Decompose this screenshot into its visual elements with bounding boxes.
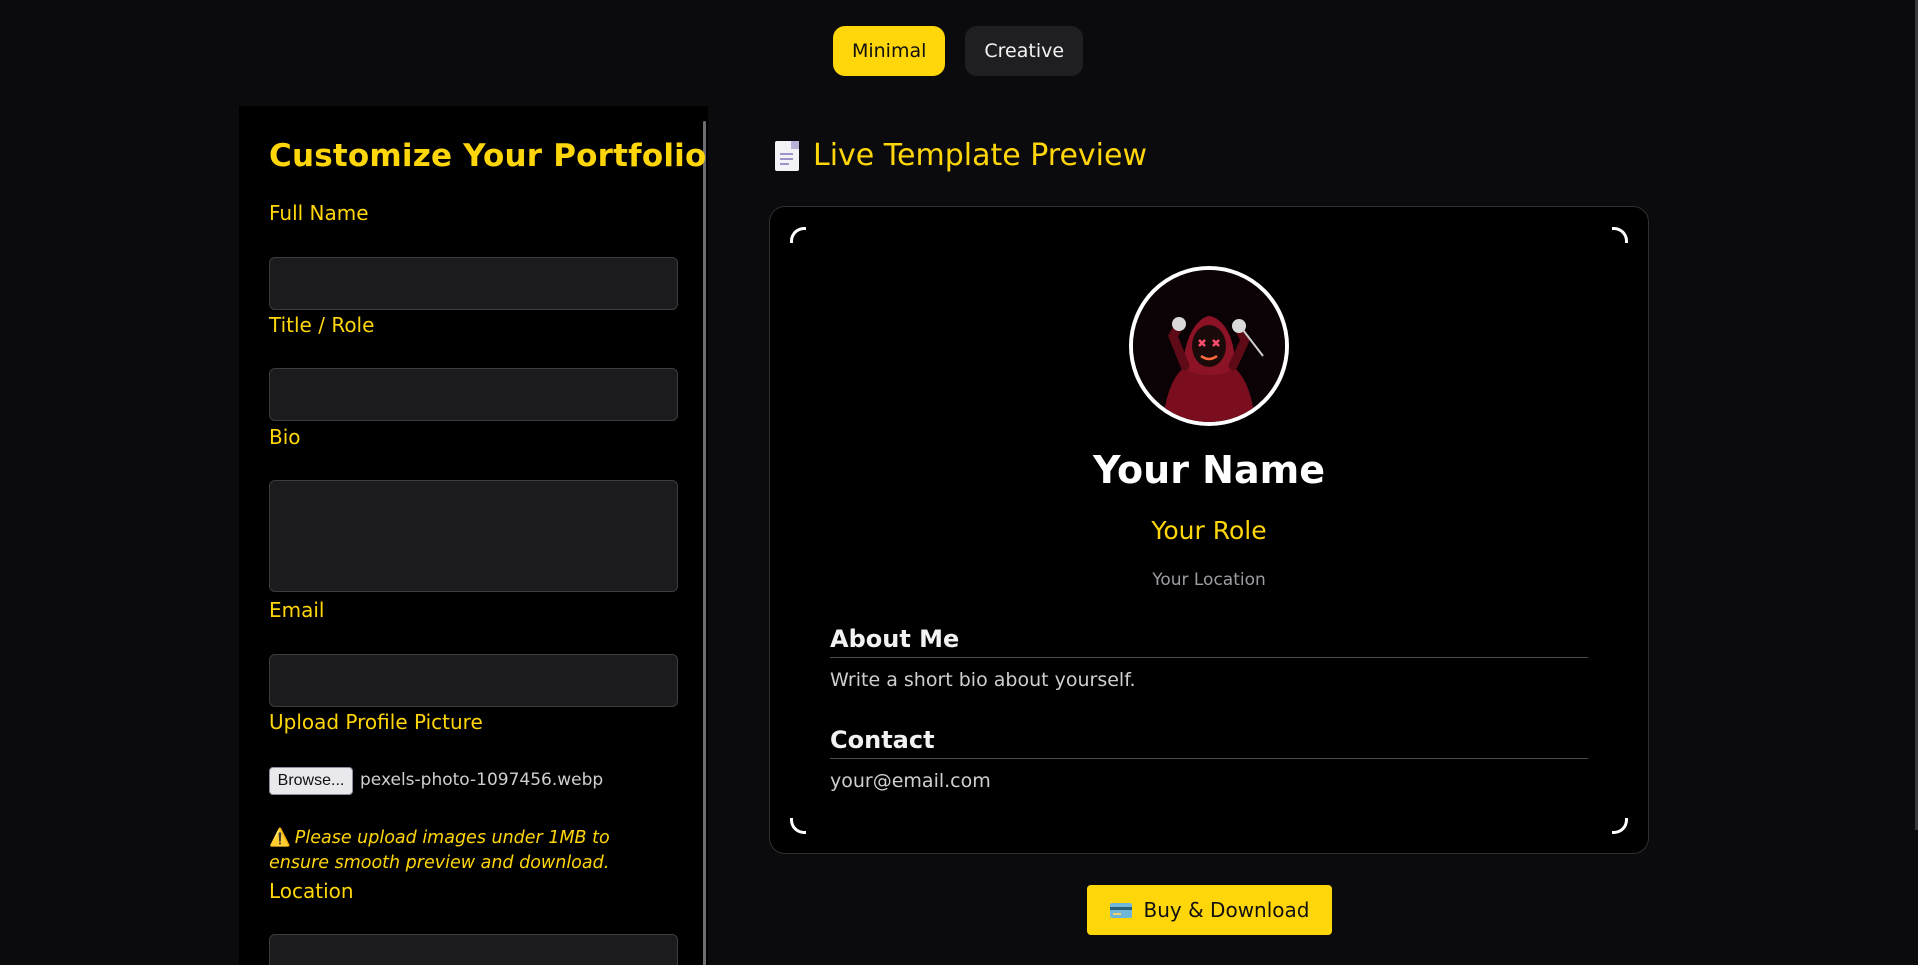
- about-text: Write a short bio about yourself.: [830, 669, 1136, 691]
- page: Minimal Creative Customize Your Portfoli…: [0, 0, 1918, 965]
- bio-textarea[interactable]: [269, 480, 678, 592]
- upload-warning-text: Please upload images under 1MB to ensure…: [269, 828, 610, 873]
- credit-card-icon: [1109, 902, 1132, 918]
- preview-location: Your Location: [1152, 570, 1266, 590]
- location-label: Location: [269, 879, 354, 903]
- upload-picture-label: Upload Profile Picture: [269, 710, 483, 734]
- panel-scrollbar[interactable]: [703, 121, 706, 965]
- buy-download-label: Buy & Download: [1143, 898, 1310, 922]
- contact-heading: Contact: [830, 726, 1588, 759]
- title-role-input[interactable]: [269, 368, 678, 421]
- upload-warning: ⚠️ Please upload images under 1MB to ensu…: [269, 826, 669, 876]
- preview-title: Live Template Preview: [813, 138, 1147, 173]
- buy-download-button[interactable]: Buy & Download: [1087, 885, 1332, 935]
- avatar-image: [1133, 270, 1285, 422]
- template-toggle: Minimal Creative: [0, 26, 1917, 76]
- email-label: Email: [269, 598, 325, 622]
- full-name-label: Full Name: [269, 201, 369, 225]
- customize-title: Customize Your Portfolio: [269, 138, 707, 174]
- location-input[interactable]: [269, 934, 678, 965]
- browse-file-button[interactable]: Browse...: [269, 767, 353, 795]
- contact-email: your@email.com: [830, 770, 991, 792]
- avatar: [1129, 266, 1289, 426]
- about-heading: About Me: [830, 625, 1588, 658]
- minimal-template-button[interactable]: Minimal: [832, 26, 946, 76]
- bio-label: Bio: [269, 425, 301, 449]
- preview-heading: Live Template Preview: [775, 138, 1147, 173]
- warning-icon: ⚠️: [269, 828, 291, 848]
- selected-file-name: pexels-photo-1097456.webp: [360, 770, 604, 790]
- email-input[interactable]: [269, 654, 678, 707]
- preview-name: Your Name: [1093, 448, 1325, 492]
- title-role-label: Title / Role: [269, 313, 375, 337]
- document-icon: [775, 140, 799, 171]
- full-name-input[interactable]: [269, 257, 678, 310]
- preview-role: Your Role: [1151, 516, 1267, 545]
- creative-template-button[interactable]: Creative: [965, 26, 1084, 76]
